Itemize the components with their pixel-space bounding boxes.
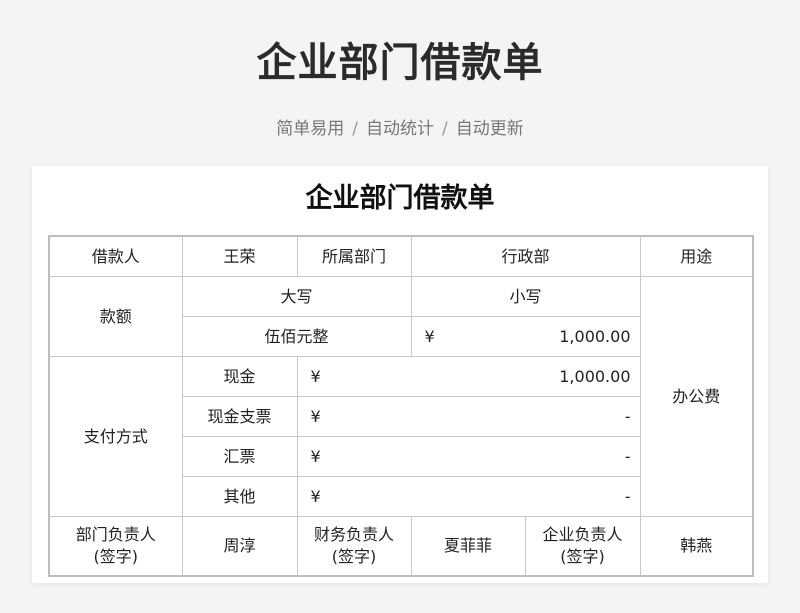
amount-number: - (624, 486, 631, 506)
purpose-value[interactable]: 办公费 (639, 276, 754, 517)
amount-number: 1,000.00 (559, 366, 631, 386)
company-head-label: 企业负责人 (签字) (524, 516, 641, 577)
sign-note: (签字) (93, 547, 139, 566)
amount-number: - (624, 406, 631, 426)
table-row: 部门负责人 (签字) 周淳 财务负责人 (签字) 夏菲菲 企业负责人 (签字) 韩燕 (48, 516, 754, 577)
subtitle-item: 自动统计 (366, 119, 434, 139)
loan-form-card: 企业部门借款单 借款人 王荣 所属部门 行政部 用途 款额 大写 小写 办公费 … (32, 166, 768, 583)
sign-note: (签字) (331, 547, 377, 566)
subtitle-item: 简单易用 (276, 119, 345, 139)
finance-head-label: 财务负责人 (签字) (296, 516, 412, 577)
page-title: 企业部门借款单 (256, 40, 544, 86)
company-head-signature[interactable]: 韩燕 (639, 516, 754, 577)
sign-note: (签字) (560, 547, 605, 566)
payment-method-amount[interactable]: ¥1,000.00 (296, 356, 641, 397)
amount-number: - (624, 446, 631, 466)
table-row: 款额 大写 小写 办公费 (48, 276, 754, 517)
loan-form-table: 借款人 王荣 所属部门 行政部 用途 款额 大写 小写 办公费 伍佰元整 ¥1,… (48, 235, 754, 577)
department-value[interactable]: 行政部 (410, 235, 641, 277)
payment-method-name: 现金支票 (181, 396, 298, 437)
amount-upper-value[interactable]: 伍佰元整 (181, 316, 412, 357)
form-title: 企业部门借款单 (305, 183, 495, 214)
currency-symbol: ¥ (310, 486, 321, 506)
currency-symbol: ¥ (310, 366, 321, 386)
label-text: 企业负责人 (542, 525, 623, 544)
payment-method-amount[interactable]: ¥ - (296, 396, 641, 437)
subtitle-item: 自动更新 (455, 119, 524, 139)
payment-method-amount[interactable]: ¥ - (296, 476, 641, 517)
label-text: 财务负责人 (313, 525, 394, 544)
currency-symbol: ¥ (424, 326, 435, 346)
amount-label: 款额 (48, 276, 183, 357)
department-label: 所属部门 (296, 235, 412, 277)
currency-symbol: ¥ (310, 446, 321, 466)
table-row: 借款人 王荣 所属部门 行政部 用途 (48, 235, 754, 277)
dept-head-label: 部门负责人 (签字) (48, 516, 183, 577)
payment-method-name: 汇票 (181, 436, 298, 477)
amount-lower-value[interactable]: ¥1,000.00 (410, 316, 641, 357)
payment-method-name: 现金 (181, 356, 298, 397)
payment-method-amount[interactable]: ¥ - (296, 436, 641, 477)
payment-method-label: 支付方式 (48, 356, 183, 517)
subtitle-separator: / (352, 119, 358, 139)
borrower-value[interactable]: 王荣 (181, 235, 298, 277)
payment-method-name: 其他 (181, 476, 298, 517)
currency-symbol: ¥ (310, 406, 321, 426)
borrower-label: 借款人 (48, 235, 183, 277)
amount-upper-label: 大写 (181, 276, 412, 317)
purpose-label: 用途 (639, 235, 754, 277)
subtitle-separator: / (442, 119, 448, 139)
page-subtitle: 简单易用 / 自动统计 / 自动更新 (0, 114, 800, 139)
dept-head-signature[interactable]: 周淳 (181, 516, 298, 577)
amount-number: 1,000.00 (559, 326, 631, 346)
amount-lower-label: 小写 (410, 276, 641, 317)
finance-head-signature[interactable]: 夏菲菲 (410, 516, 526, 577)
label-text: 部门负责人 (75, 525, 156, 544)
